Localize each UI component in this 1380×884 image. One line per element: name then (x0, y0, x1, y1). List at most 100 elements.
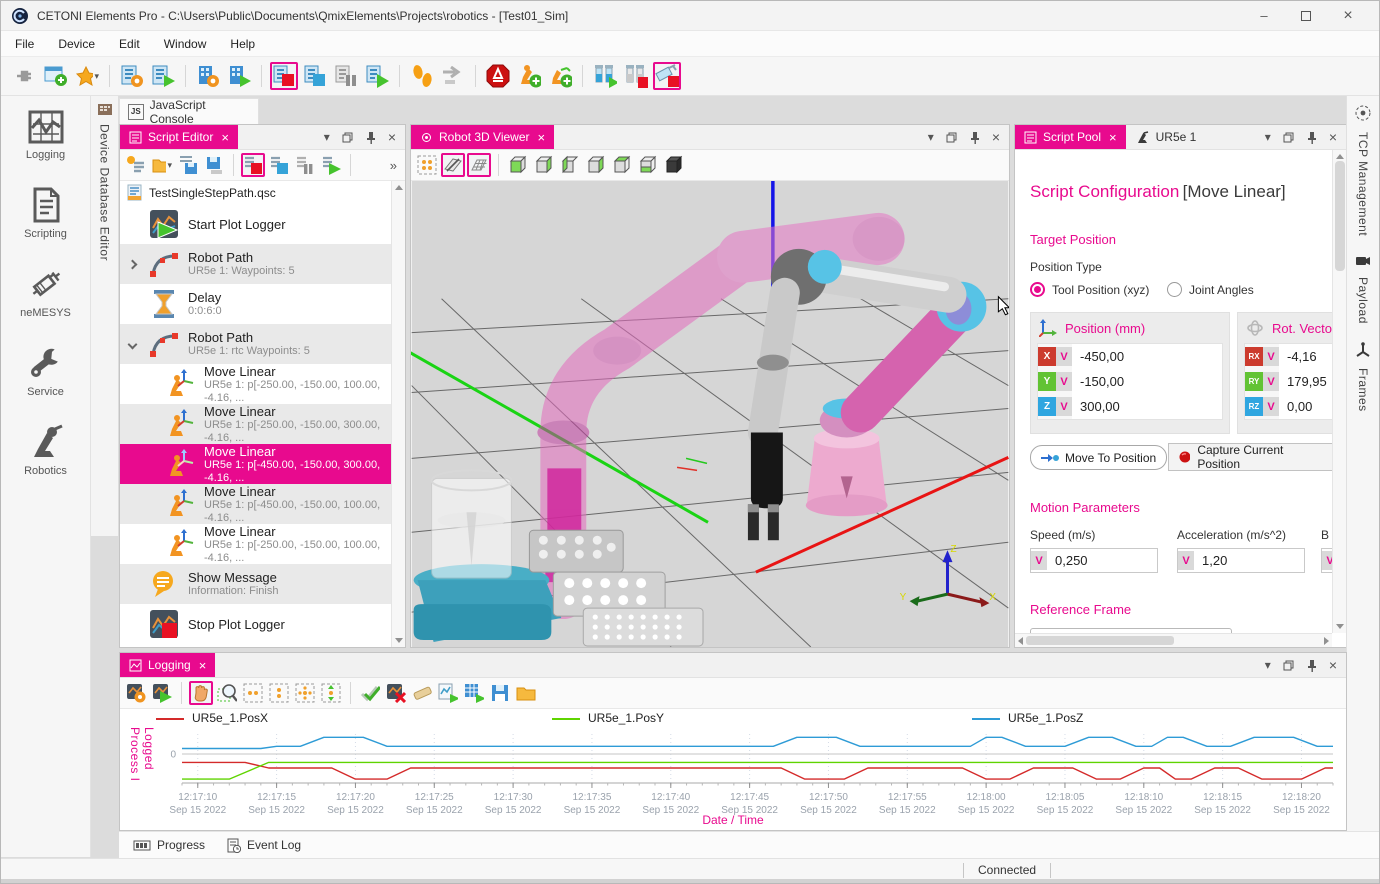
ur5e-tab[interactable]: UR5e 1 (1126, 125, 1207, 149)
view-back-icon[interactable] (532, 153, 556, 177)
favorites-star-icon[interactable]: ▾ (73, 62, 101, 90)
zoom-x-icon[interactable] (241, 681, 265, 705)
close-tab-icon[interactable]: × (221, 130, 229, 145)
export-image-icon[interactable] (436, 681, 460, 705)
script-editor-tab[interactable]: Script Editor × (120, 125, 238, 149)
tree-item-move-linear-4[interactable]: Move LinearUR5e 1: p[-450.00, -150.00, 1… (120, 484, 391, 524)
menu-window[interactable]: Window (164, 37, 207, 51)
float-panel-icon[interactable] (946, 132, 957, 143)
panel-menu-icon[interactable]: ▾ (324, 130, 330, 144)
menu-file[interactable]: File (15, 37, 34, 51)
disconnect-plug-icon[interactable] (11, 62, 39, 90)
stop-script-blue-icon[interactable] (267, 153, 291, 177)
tree-item-robot-path-2[interactable]: Robot PathUR5e 1: rtc Waypoints: 5 (120, 324, 391, 364)
save-script-icon[interactable] (176, 153, 200, 177)
script-stop-blue-icon[interactable] (301, 62, 329, 90)
device-run-icon[interactable] (225, 62, 253, 90)
open-script-icon[interactable]: ▾ (150, 153, 174, 177)
legend-item-posy[interactable]: UR5e_1.PosY (552, 711, 664, 725)
radio-tool-position[interactable]: Tool Position (xyz) (1030, 282, 1149, 297)
sidebar-item-logging[interactable]: Logging (1, 96, 90, 173)
rotation-ry-value[interactable]: 179,95 (1279, 369, 1333, 394)
rotation-rz-row[interactable]: RZ V 0,00 (1245, 394, 1333, 419)
accept-check-icon[interactable] (358, 681, 382, 705)
float-panel-icon[interactable] (342, 132, 353, 143)
legend-item-posx[interactable]: UR5e_1.PosX (156, 711, 268, 725)
step-trace-icon[interactable] (408, 62, 436, 90)
sidebar-item-service[interactable]: Service (1, 331, 90, 410)
radio-selected-icon[interactable] (1030, 282, 1045, 297)
floor-grid-icon[interactable] (467, 153, 491, 177)
position-x-row[interactable]: X V -450,00 (1038, 344, 1222, 369)
device-database-editor-tab[interactable]: Device Database Editor (91, 96, 119, 536)
panel-menu-icon[interactable]: ▾ (1265, 130, 1271, 144)
tree-item-move-linear-5[interactable]: Move LinearUR5e 1: p[-250.00, -150.00, 1… (120, 524, 391, 564)
select-points-icon[interactable] (415, 153, 439, 177)
script-configure-icon[interactable] (118, 62, 146, 90)
script-pause-icon[interactable] (332, 62, 360, 90)
add-robot-icon[interactable] (515, 62, 543, 90)
save-log-icon[interactable] (488, 681, 512, 705)
float-panel-icon[interactable] (1283, 132, 1294, 143)
tree-item-start-plot-logger[interactable]: Start Plot Logger (120, 204, 391, 244)
logging-chart[interactable]: 12:17:10Sep 15 202212:17:15Sep 15 202212… (146, 729, 1341, 821)
pin-panel-icon[interactable] (1306, 131, 1317, 144)
dosing-run-icon[interactable] (591, 62, 619, 90)
tree-item-move-linear-2[interactable]: Move LinearUR5e 1: p[-250.00, -150.00, 3… (120, 404, 391, 444)
rotation-ry-row[interactable]: RY V 179,95 (1245, 369, 1333, 394)
zoom-y-icon[interactable] (267, 681, 291, 705)
pause-script-icon[interactable] (293, 153, 317, 177)
maximize-button[interactable] (1299, 9, 1313, 23)
plot-run-icon[interactable] (150, 681, 174, 705)
position-y-value[interactable]: -150,00 (1072, 369, 1222, 394)
tab-progress[interactable]: Progress (133, 838, 205, 852)
menu-device[interactable]: Device (58, 37, 95, 51)
tree-item-show-message[interactable]: Show MessageInformation: Finish (120, 564, 391, 604)
tree-item-delay[interactable]: Delay0:0:6:0 (120, 284, 391, 324)
close-panel-icon[interactable]: × (992, 129, 1000, 145)
robot-3d-scene[interactable]: Z X Y (411, 181, 1009, 647)
legend-item-posz[interactable]: UR5e_1.PosZ (972, 711, 1083, 725)
position-z-value[interactable]: 300,00 (1072, 394, 1222, 419)
eraser-icon[interactable] (410, 681, 434, 705)
step-over-icon[interactable] (439, 62, 467, 90)
menu-help[interactable]: Help (230, 37, 255, 51)
javascript-console-tab[interactable]: JS JavaScript Console (119, 98, 259, 124)
robot-3d-viewer-tab[interactable]: Robot 3D Viewer × (411, 125, 554, 149)
new-script-icon[interactable] (124, 153, 148, 177)
add-robot-tool-icon[interactable] (546, 62, 574, 90)
plot-clear-icon[interactable] (384, 681, 408, 705)
pan-hand-icon[interactable] (189, 681, 213, 705)
view-bottom-icon[interactable] (636, 153, 660, 177)
zoom-region-icon[interactable] (215, 681, 239, 705)
tree-item-move-linear-1[interactable]: Move LinearUR5e 1: p[-250.00, -150.00, 1… (120, 364, 391, 404)
zoom-fit-icon[interactable] (319, 681, 343, 705)
expand-chevron-icon[interactable] (124, 261, 140, 268)
menu-edit[interactable]: Edit (119, 37, 140, 51)
view-top-icon[interactable] (610, 153, 634, 177)
rotation-rx-value[interactable]: -4,16 (1279, 344, 1333, 369)
tcp-target-icon[interactable] (1354, 104, 1372, 122)
close-tab-icon[interactable]: × (1109, 130, 1117, 145)
sidebar-item-nemesys[interactable]: neMESYS (1, 252, 90, 331)
view-front-icon[interactable] (506, 153, 530, 177)
script-tree-scrollbar[interactable] (391, 181, 405, 647)
device-configure-icon[interactable] (194, 62, 222, 90)
tree-item-stop-plot-logger[interactable]: Stop Plot Logger (120, 604, 391, 644)
move-to-position-button[interactable]: Move To Position (1030, 445, 1167, 470)
tab-payload[interactable]: Payload (1356, 277, 1370, 324)
view-iso-icon[interactable] (662, 153, 686, 177)
run-script-icon[interactable] (319, 153, 343, 177)
collapse-chevron-icon[interactable] (124, 341, 140, 348)
position-x-value[interactable]: -450,00 (1072, 344, 1222, 369)
frames-icon[interactable] (1355, 342, 1371, 358)
tree-item-robot-path-1[interactable]: Robot PathUR5e 1: Waypoints: 5 (120, 244, 391, 284)
sidebar-item-scripting[interactable]: Scripting (1, 173, 90, 252)
sidebar-item-robotics[interactable]: Robotics (1, 410, 90, 489)
plot-settings-icon[interactable] (124, 681, 148, 705)
script-pool-tab[interactable]: Script Pool × (1015, 125, 1126, 149)
zoom-both-icon[interactable] (293, 681, 317, 705)
acceleration-input[interactable]: V 1,20 (1177, 548, 1305, 573)
pool-vertical-scrollbar[interactable] (1332, 150, 1346, 633)
clip-plane-icon[interactable] (441, 153, 465, 177)
